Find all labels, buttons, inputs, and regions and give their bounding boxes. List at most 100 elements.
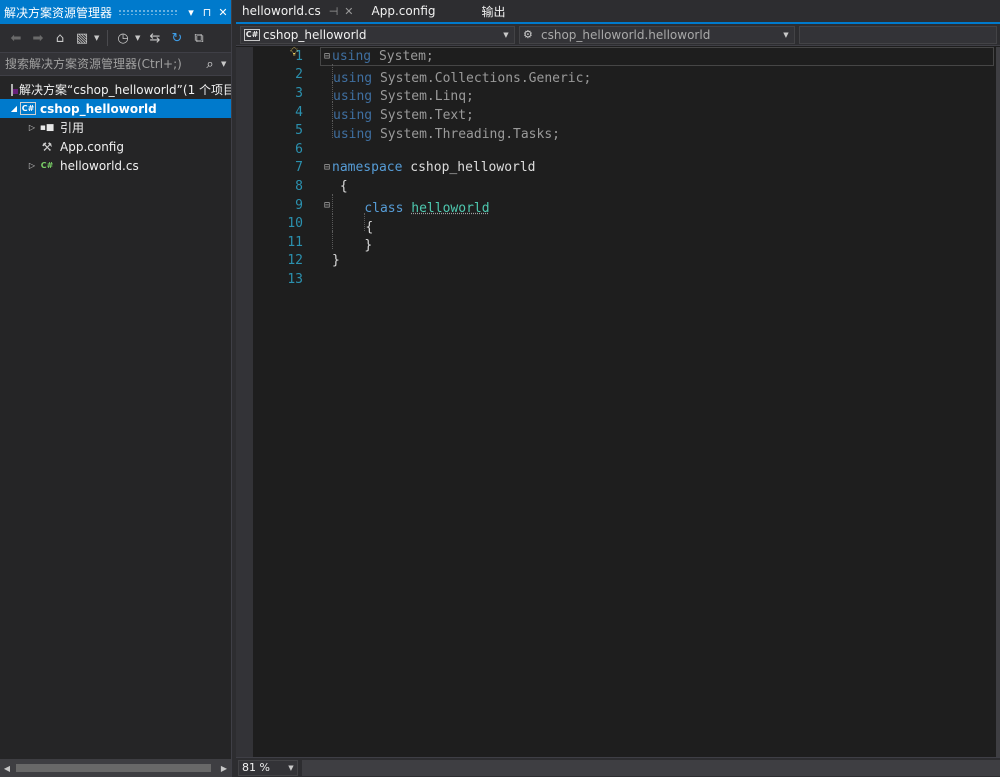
project-dropdown-value: cshop_helloworld: [263, 27, 367, 42]
code-line[interactable]: 13: [253, 270, 1000, 289]
code-content: using System.Threading.Tasks;: [332, 119, 560, 142]
panel-drag-grip[interactable]: [118, 9, 177, 15]
indent-guide: [332, 194, 333, 213]
solution-icon: [11, 83, 18, 96]
project-dropdown[interactable]: C# cshop_helloworld ▼: [240, 25, 515, 44]
expand-arrow-icon[interactable]: ◢: [8, 104, 20, 113]
tab-output[interactable]: 输出: [476, 0, 512, 22]
refresh-icon[interactable]: ↻: [167, 28, 187, 48]
namespace-name: cshop_helloworld: [410, 160, 536, 176]
switch-view-icon[interactable]: ▧: [72, 28, 92, 48]
code-line[interactable]: 11 }: [253, 231, 1000, 253]
tree-item[interactable]: ⚒ App.config: [0, 137, 231, 156]
search-input[interactable]: [0, 57, 199, 71]
line-number: 6: [295, 141, 303, 157]
chevron-down-icon: ▼: [783, 30, 789, 39]
tree-item-label: 引用: [60, 121, 85, 135]
tree-item[interactable]: 解决方案“cshop_helloworld”(1 个项目): [0, 80, 231, 99]
tree-item[interactable]: ▷ ▪■ 引用: [0, 118, 231, 137]
code-line[interactable]: 9 ⊟ class helloworld: [253, 194, 1000, 216]
indent-guide: [332, 212, 333, 231]
tree-item-label: cshop_helloworld: [40, 101, 157, 116]
sync-icon[interactable]: ⇆: [145, 28, 165, 48]
code-line[interactable]: 5 using System.Threading.Tasks;: [253, 119, 1000, 142]
collapse-all-icon[interactable]: ⧉: [189, 28, 209, 48]
forward-icon[interactable]: ➡: [28, 28, 48, 48]
tab-label: 输出: [481, 4, 506, 19]
code-area[interactable]: 💡︎ 1 ⊟ using System; 2 using System.Collecti…: [236, 45, 1000, 757]
history-dropdown-icon[interactable]: ▼: [135, 34, 143, 42]
search-icon[interactable]: ⌕: [199, 57, 221, 72]
line-number: 5: [295, 123, 303, 139]
home-icon[interactable]: ⌂: [50, 28, 70, 48]
tree-item-label: App.config: [60, 139, 124, 154]
fold-toggle-icon[interactable]: ⊟: [322, 162, 332, 173]
namespace-ref: System;: [378, 48, 434, 64]
line-number: 13: [287, 271, 303, 287]
code-line[interactable]: 10 {: [253, 212, 1000, 235]
tab-app-config[interactable]: App.config: [366, 0, 476, 22]
code-line[interactable]: 1 ⊟ using System;: [253, 47, 1000, 66]
code-text[interactable]: 💡︎ 1 ⊟ using System; 2 using System.Collecti…: [253, 45, 1000, 289]
close-icon[interactable]: ✕: [215, 6, 231, 19]
zoom-level: 81 %: [242, 761, 270, 774]
expand-arrow-icon[interactable]: ▷: [26, 161, 38, 170]
tree-item-label: 解决方案“cshop_helloworld”(1 个项目): [19, 83, 231, 97]
navigation-bar: C# cshop_helloworld ▼ ⚙ cshop_helloworld…: [236, 24, 1000, 46]
member-dropdown[interactable]: [799, 25, 997, 44]
code-line[interactable]: 6: [253, 140, 1000, 159]
document-tabs: helloworld.cs ⊣ ✕ App.config 输出: [236, 0, 1000, 24]
line-number: 11: [287, 234, 303, 250]
scroll-left-icon[interactable]: ◀: [0, 764, 14, 773]
zoom-dropdown[interactable]: 81 % ▼: [238, 759, 298, 776]
brace: }: [332, 253, 340, 269]
keyword: using: [332, 48, 372, 64]
indicator-margin[interactable]: [236, 47, 253, 757]
code-line[interactable]: 4 using System.Text;: [253, 101, 1000, 123]
pin-icon[interactable]: ⊓: [199, 6, 215, 19]
history-icon[interactable]: ◷: [113, 28, 133, 48]
solution-explorer-toolbar: ⬅ ➡ ⌂ ▧ ▼ ◷ ▼ ⇆ ↻ ⧉: [0, 24, 231, 52]
config-file-icon: ⚒: [41, 139, 53, 154]
fold-toggle-icon[interactable]: ⊟: [322, 200, 332, 211]
code-line[interactable]: 3 using System.Linq;: [253, 82, 1000, 104]
pin-tab-icon[interactable]: ⊣: [329, 5, 339, 18]
solution-explorer-search: ⌕ ▼: [0, 52, 231, 76]
line-number: 2: [295, 67, 303, 83]
chevron-down-icon: ▼: [288, 763, 294, 772]
vertical-scrollbar[interactable]: [996, 47, 1000, 757]
brace: {: [339, 178, 348, 194]
code-line[interactable]: 2 using System.Collections.Generic;: [253, 63, 1000, 86]
csharp-project-icon: C#: [20, 102, 36, 115]
scroll-track[interactable]: [14, 764, 217, 772]
back-icon[interactable]: ⬅: [6, 28, 26, 48]
line-number: 7: [295, 160, 303, 176]
editor-horizontal-scrollbar[interactable]: [302, 759, 1000, 776]
code-content: }: [332, 253, 340, 268]
close-tab-icon[interactable]: ✕: [344, 5, 353, 18]
type-dropdown[interactable]: ⚙ cshop_helloworld.helloworld ▼: [519, 25, 795, 44]
editor-status-bar: 81 % ▼: [236, 757, 1000, 777]
code-line[interactable]: 12}: [253, 252, 1000, 271]
references-icon: ▪■: [39, 122, 55, 133]
chevron-down-icon: ▼: [503, 30, 509, 39]
code-line[interactable]: 7 ⊟ namespace cshop_helloworld: [253, 159, 1000, 178]
solution-explorer-panel: 解决方案资源管理器 ▾ ⊓ ✕ ⬅ ➡ ⌂ ▧ ▼ ◷ ▼ ⇆ ↻ ⧉ ⌕ ▼ …: [0, 0, 232, 777]
scroll-right-icon[interactable]: ▶: [217, 764, 231, 773]
code-content: namespace cshop_helloworld: [332, 160, 536, 175]
tab-helloworld-cs[interactable]: helloworld.cs ⊣ ✕: [236, 0, 360, 22]
fold-toggle-icon[interactable]: ⊟: [322, 51, 332, 62]
code-line[interactable]: 8 {: [253, 177, 1000, 196]
switch-view-dropdown-icon[interactable]: ▼: [94, 34, 102, 42]
scroll-thumb[interactable]: [16, 764, 211, 772]
panel-menu-dropdown-icon[interactable]: ▾: [183, 6, 199, 19]
horizontal-scrollbar[interactable]: ◀ ▶: [0, 759, 231, 777]
expand-arrow-icon[interactable]: ▷: [26, 123, 38, 132]
toolbar-separator: [107, 30, 108, 46]
tree-item[interactable]: ◢ C# cshop_helloworld: [0, 99, 231, 118]
keyword: namespace: [332, 160, 403, 176]
search-options-dropdown-icon[interactable]: ▼: [221, 60, 231, 68]
class-icon: ⚙: [523, 28, 533, 41]
tree-item[interactable]: ▷ C# helloworld.cs: [0, 156, 231, 175]
tab-label: helloworld.cs: [242, 4, 321, 18]
